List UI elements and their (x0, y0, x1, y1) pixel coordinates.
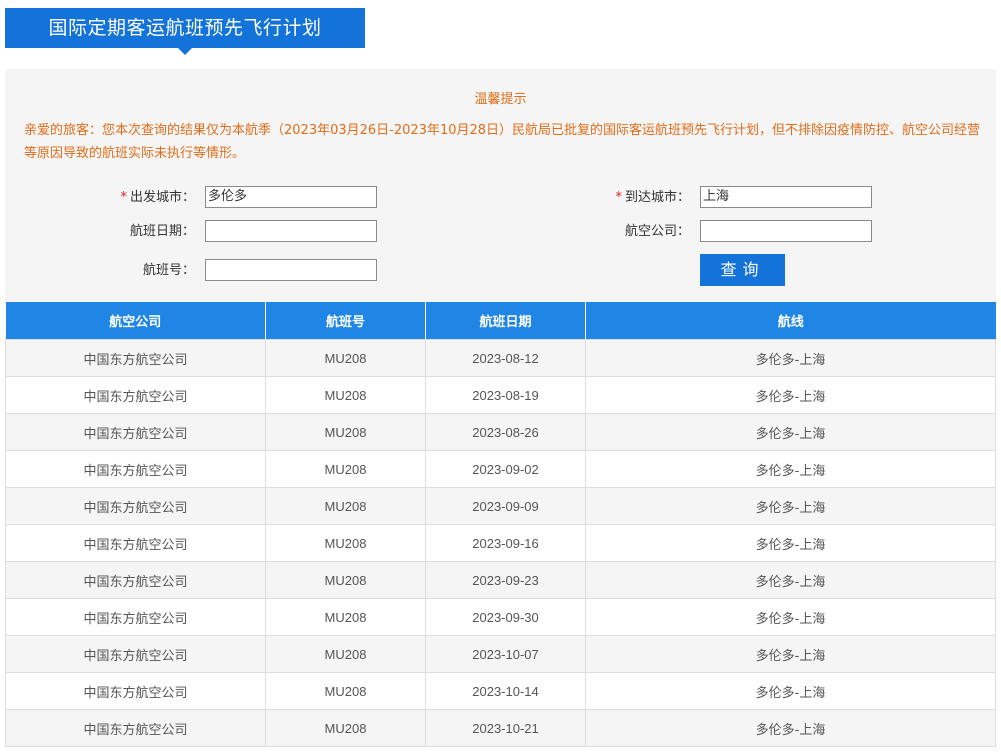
cell-route: 多伦多-上海 (585, 487, 996, 525)
cell-flight-date: 2023-08-19 (425, 376, 586, 414)
search-button[interactable]: 查询 (700, 254, 785, 286)
notice-title: 温馨提示 (474, 92, 527, 107)
cell-flight-no: MU208 (265, 487, 426, 525)
cell-flight-date: 2023-08-12 (425, 339, 586, 377)
departure-label: * 出发城市： (75, 186, 195, 210)
cell-airline: 中国东方航空公司 (5, 672, 266, 710)
cell-route: 多伦多-上海 (585, 672, 996, 710)
table-row: 中国东方航空公司 MU208 2023-10-21 多伦多-上海 (5, 709, 996, 747)
column-header-route: 航线 (585, 302, 996, 340)
date-label: 航班日期： (129, 224, 195, 239)
cell-airline: 中国东方航空公司 (5, 709, 266, 747)
cell-route: 多伦多-上海 (585, 339, 996, 377)
cell-flight-date: 2023-10-07 (425, 635, 586, 673)
cell-airline: 中国东方航空公司 (5, 376, 266, 414)
cell-flight-date: 2023-09-09 (425, 487, 586, 525)
table-row: 中国东方航空公司 MU208 2023-09-09 多伦多-上海 (5, 487, 996, 525)
arrival-city-input[interactable] (700, 186, 872, 208)
cell-flight-no: MU208 (265, 561, 426, 599)
cell-airline: 中国东方航空公司 (5, 598, 266, 636)
notice-text: 亲爱的旅客：您本次查询的结果仅为本航季（2023年03月26日-2023年10月… (24, 123, 981, 161)
flight-date-input[interactable] (205, 220, 377, 242)
cell-route: 多伦多-上海 (585, 450, 996, 488)
arrival-label-text: 到达城市： (624, 190, 690, 205)
title-pointer-icon (178, 48, 192, 55)
cell-flight-date: 2023-10-21 (425, 709, 586, 747)
cell-route: 多伦多-上海 (585, 413, 996, 451)
table-row: 中国东方航空公司 MU208 2023-10-07 多伦多-上海 (5, 635, 996, 673)
table-body: 中国东方航空公司 MU208 2023-08-12 多伦多-上海 中国东方航空公司 MU2… (5, 339, 996, 747)
required-mark: * (120, 190, 127, 205)
column-header-flight-date: 航班日期 (425, 302, 586, 340)
cell-airline: 中国东方航空公司 (5, 524, 266, 562)
cell-flight-no: MU208 (265, 413, 426, 451)
cell-flight-no: MU208 (265, 709, 426, 747)
arrival-label: * 到达城市： (570, 186, 690, 210)
cell-airline: 中国东方航空公司 (5, 635, 266, 673)
table-header-row: 航空公司 航班号 航班日期 航线 (5, 302, 996, 340)
airline-input[interactable] (700, 220, 872, 242)
departure-city-input[interactable] (205, 186, 377, 208)
cell-route: 多伦多-上海 (585, 376, 996, 414)
table-row: 中国东方航空公司 MU208 2023-09-30 多伦多-上海 (5, 598, 996, 636)
cell-flight-no: MU208 (265, 524, 426, 562)
required-mark: * (615, 190, 622, 205)
page-title-bar: 国际定期客运航班预先飞行计划 (5, 8, 365, 55)
cell-flight-date: 2023-09-23 (425, 561, 586, 599)
cell-flight-no: MU208 (265, 672, 426, 710)
cell-airline: 中国东方航空公司 (5, 450, 266, 488)
cell-airline: 中国东方航空公司 (5, 561, 266, 599)
cell-flight-no: MU208 (265, 635, 426, 673)
table-row: 中国东方航空公司 MU208 2023-09-02 多伦多-上海 (5, 450, 996, 488)
cell-airline: 中国东方航空公司 (5, 413, 266, 451)
cell-flight-no: MU208 (265, 339, 426, 377)
cell-flight-no: MU208 (265, 450, 426, 488)
cell-route: 多伦多-上海 (585, 561, 996, 599)
column-header-flight-no: 航班号 (265, 302, 426, 340)
cell-flight-no: MU208 (265, 376, 426, 414)
cell-route: 多伦多-上海 (585, 598, 996, 636)
departure-label-text: 出发城市： (129, 190, 195, 205)
cell-airline: 中国东方航空公司 (5, 487, 266, 525)
airline-label: 航空公司： (624, 224, 690, 239)
page-title: 国际定期客运航班预先飞行计划 (48, 17, 322, 39)
column-header-airline: 航空公司 (5, 302, 266, 340)
flight-results-table: 航空公司 航班号 航班日期 航线 中国东方航空公司 MU208 2023-08-12… (5, 302, 996, 747)
cell-airline: 中国东方航空公司 (5, 339, 266, 377)
cell-flight-date: 2023-09-02 (425, 450, 586, 488)
flight-no-input[interactable] (205, 259, 377, 281)
cell-route: 多伦多-上海 (585, 524, 996, 562)
search-panel: 温馨提示 亲爱的旅客：您本次查询的结果仅为本航季（2023年03月26日-202… (5, 69, 996, 302)
cell-flight-no: MU208 (265, 598, 426, 636)
table-row: 中国东方航空公司 MU208 2023-10-14 多伦多-上海 (5, 672, 996, 710)
cell-flight-date: 2023-08-26 (425, 413, 586, 451)
cell-flight-date: 2023-09-30 (425, 598, 586, 636)
table-row: 中国东方航空公司 MU208 2023-08-12 多伦多-上海 (5, 339, 996, 377)
cell-flight-date: 2023-10-14 (425, 672, 586, 710)
table-row: 中国东方航空公司 MU208 2023-08-26 多伦多-上海 (5, 413, 996, 451)
flight-no-label: 航班号： (142, 263, 195, 278)
cell-flight-date: 2023-09-16 (425, 524, 586, 562)
table-row: 中国东方航空公司 MU208 2023-08-19 多伦多-上海 (5, 376, 996, 414)
table-row: 中国东方航空公司 MU208 2023-09-23 多伦多-上海 (5, 561, 996, 599)
cell-route: 多伦多-上海 (585, 709, 996, 747)
table-row: 中国东方航空公司 MU208 2023-09-16 多伦多-上海 (5, 524, 996, 562)
cell-route: 多伦多-上海 (585, 635, 996, 673)
